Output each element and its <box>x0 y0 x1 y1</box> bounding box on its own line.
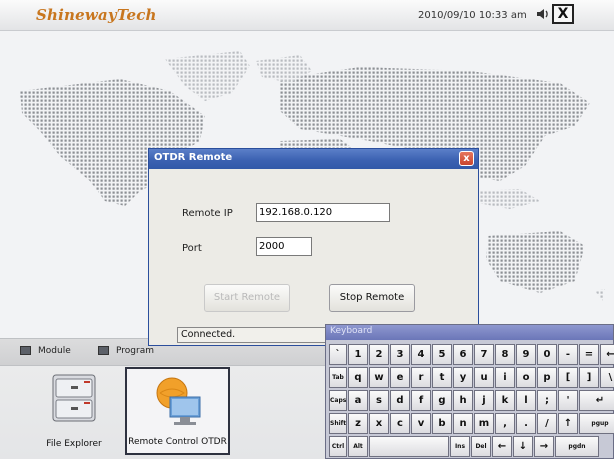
keyboard-key[interactable]: ↑ <box>558 413 578 434</box>
keyboard-key[interactable]: - <box>558 344 578 365</box>
keyboard-key[interactable]: v <box>411 413 431 434</box>
stop-remote-button[interactable]: Stop Remote <box>329 284 415 312</box>
keyboard-key[interactable]: e <box>390 367 410 388</box>
start-remote-button[interactable]: Start Remote <box>204 284 290 312</box>
program-icon <box>98 346 109 355</box>
remote-control-otdr-label: Remote Control OTDR <box>128 437 227 447</box>
keyboard-key[interactable]: Shift <box>329 413 347 434</box>
keyboard-key[interactable]: b <box>432 413 452 434</box>
tab-program[interactable]: Program <box>98 342 154 360</box>
keyboard-key[interactable]: / <box>537 413 557 434</box>
keyboard-key[interactable]: 0 <box>537 344 557 365</box>
keyboard-key[interactable]: x <box>369 413 389 434</box>
keyboard-key[interactable]: ; <box>537 390 557 411</box>
keyboard-key[interactable]: h <box>453 390 473 411</box>
keyboard-key[interactable]: 9 <box>516 344 536 365</box>
keyboard-keys: ` 1 2 3 4 5 6 7 8 9 0- = ← Tab q w e r t y u i o p[] \ Caps a s d f g h… <box>326 325 614 458</box>
keyboard-key[interactable]: z <box>348 413 368 434</box>
dialog-title: OTDR Remote <box>154 152 233 163</box>
remote-ip-label: Remote IP <box>182 208 233 219</box>
keyboard-key[interactable]: r <box>411 367 431 388</box>
monitor-globe-icon <box>156 377 201 425</box>
port-label: Port <box>182 243 202 254</box>
keyboard-key[interactable]: y <box>453 367 473 388</box>
keyboard-key[interactable]: t <box>432 367 452 388</box>
keyboard-key[interactable]: 5 <box>432 344 452 365</box>
keyboard-key[interactable]: . <box>516 413 536 434</box>
keyboard-key[interactable]: 7 <box>474 344 494 365</box>
keyboard-key[interactable]: a <box>348 390 368 411</box>
keyboard-key[interactable]: c <box>390 413 410 434</box>
on-screen-keyboard: Keyboard ` 1 2 3 4 5 6 7 8 9 0- = ← Tab q w e r t y u i o p[] \ C… <box>325 324 614 459</box>
keyboard-key[interactable]: ↵ <box>579 390 614 411</box>
keyboard-key[interactable]: Tab <box>329 367 347 388</box>
keyboard-key[interactable]: [ <box>558 367 578 388</box>
keyboard-key[interactable]: ] <box>579 367 599 388</box>
keyboard-key[interactable]: w <box>369 367 389 388</box>
remote-ip-input[interactable]: 192.168.0.120 <box>256 203 390 222</box>
keyboard-key[interactable]: i <box>495 367 515 388</box>
keyboard-key[interactable]: m <box>474 413 494 434</box>
keyboard-key[interactable]: 8 <box>495 344 515 365</box>
keyboard-key[interactable]: 1 <box>348 344 368 365</box>
keyboard-key[interactable]: ← <box>492 436 512 457</box>
keyboard-key[interactable]: j <box>474 390 494 411</box>
brand-logo: ShinewayTech <box>36 6 157 24</box>
keyboard-key[interactable]: , <box>495 413 515 434</box>
otdr-remote-dialog: OTDR Remote x Remote IP 192.168.0.120 Po… <box>148 148 479 346</box>
keyboard-key[interactable]: pgup <box>579 413 614 434</box>
exit-button[interactable]: X <box>552 4 574 24</box>
file-cabinet-icon <box>52 374 96 422</box>
tab-module[interactable]: Module <box>20 342 71 360</box>
keyboard-key[interactable]: s <box>369 390 389 411</box>
keyboard-key[interactable]: p <box>537 367 557 388</box>
tab-program-label: Program <box>116 346 154 356</box>
keyboard-key[interactable]: pgdn <box>555 436 599 457</box>
keyboard-key[interactable]: Ins <box>450 436 470 457</box>
keyboard-key[interactable]: q <box>348 367 368 388</box>
file-explorer-label: File Explorer <box>46 439 102 449</box>
keyboard-key[interactable]: ` <box>329 344 347 365</box>
keyboard-key[interactable]: → <box>534 436 554 457</box>
keyboard-key[interactable]: 3 <box>390 344 410 365</box>
keyboard-key[interactable]: d <box>390 390 410 411</box>
keyboard-key[interactable]: 2 <box>369 344 389 365</box>
keyboard-key[interactable]: ↓ <box>513 436 533 457</box>
keyboard-key[interactable]: f <box>411 390 431 411</box>
keyboard-key[interactable]: g <box>432 390 452 411</box>
keyboard-key[interactable]: o <box>516 367 536 388</box>
file-explorer-launcher[interactable]: File Explorer <box>34 367 114 455</box>
module-icon <box>20 346 31 355</box>
clock: 2010/09/10 10:33 am <box>418 10 527 21</box>
tab-module-label: Module <box>38 346 71 356</box>
keyboard-key[interactable]: ← <box>600 344 614 365</box>
keyboard-key[interactable]: 4 <box>411 344 431 365</box>
keyboard-key[interactable]: ' <box>558 390 578 411</box>
keyboard-key[interactable]: 6 <box>453 344 473 365</box>
keyboard-key[interactable]: Caps <box>329 390 347 411</box>
port-input[interactable]: 2000 <box>256 237 312 256</box>
close-button[interactable]: x <box>459 151 474 166</box>
keyboard-key[interactable]: k <box>495 390 515 411</box>
keyboard-key[interactable]: \ <box>600 367 614 388</box>
keyboard-key[interactable]: Alt <box>348 436 368 457</box>
keyboard-key[interactable]: l <box>516 390 536 411</box>
remote-control-otdr-launcher[interactable]: Remote Control OTDR <box>125 367 230 455</box>
keyboard-key[interactable]: Ctrl <box>329 436 347 457</box>
keyboard-key[interactable] <box>369 436 449 457</box>
speaker-icon[interactable] <box>536 7 550 21</box>
keyboard-key[interactable]: = <box>579 344 599 365</box>
keyboard-key[interactable]: n <box>453 413 473 434</box>
keyboard-key[interactable]: u <box>474 367 494 388</box>
keyboard-key[interactable]: Del <box>471 436 491 457</box>
